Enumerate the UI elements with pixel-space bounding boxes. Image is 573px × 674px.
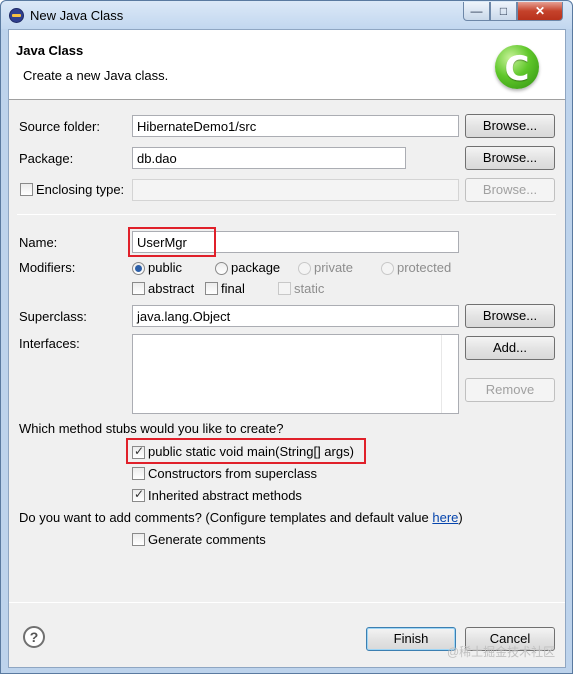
public-radio[interactable]: [132, 262, 145, 275]
abstract-label: abstract: [148, 281, 195, 296]
window-title: New Java Class: [30, 8, 124, 23]
enclosing-type-label: Enclosing type:: [36, 182, 125, 197]
wizard-title: Java Class: [16, 43, 84, 58]
title-bar[interactable]: New Java Class — □ ✕: [1, 1, 572, 29]
interfaces-list[interactable]: [132, 334, 459, 414]
dialog-content: Java Class Create a new Java class. C So…: [8, 29, 566, 668]
close-button[interactable]: ✕: [517, 2, 563, 21]
comments-question: Do you want to add comments? (Configure …: [19, 510, 463, 525]
java-class-c-icon: C: [495, 45, 539, 89]
watermark: @稀土掘金技术社区: [447, 645, 556, 659]
protected-radio-label: protected: [397, 260, 452, 275]
source-folder-field[interactable]: HibernateDemo1/src: [132, 115, 459, 137]
modifiers-label: Modifiers:: [19, 260, 76, 275]
constructors-checkbox[interactable]: [132, 467, 145, 480]
generate-comments-label: Generate comments: [148, 532, 266, 547]
public-radio-label: public: [148, 260, 182, 275]
static-label: static: [294, 281, 325, 296]
main-method-highlight-box: [126, 438, 366, 464]
source-folder-browse-button[interactable]: Browse...: [465, 114, 555, 138]
name-highlight-box: [128, 227, 216, 257]
eclipse-icon: [9, 8, 24, 23]
superclass-label: Superclass:: [19, 309, 87, 324]
protected-radio: [381, 262, 394, 275]
configure-templates-link[interactable]: here: [432, 510, 458, 525]
wizard-description: Create a new Java class.: [23, 68, 169, 83]
add-interface-button[interactable]: Add...: [465, 336, 555, 360]
interfaces-label: Interfaces:: [19, 336, 80, 351]
finish-button[interactable]: Finish: [366, 627, 456, 651]
enclosing-type-field: [132, 179, 459, 201]
method-stubs-question: Which method stubs would you like to cre…: [19, 421, 284, 436]
private-radio-label: private: [314, 260, 354, 275]
constructors-label: Constructors from superclass: [148, 466, 318, 481]
help-icon[interactable]: ?: [23, 626, 45, 648]
superclass-browse-button[interactable]: Browse...: [465, 304, 555, 328]
new-java-class-dialog: New Java Class — □ ✕ Java Class Create a…: [0, 0, 573, 674]
maximize-button[interactable]: □: [490, 2, 517, 21]
remove-interface-button: Remove: [465, 378, 555, 402]
static-checkbox: [278, 282, 291, 295]
inherited-abstract-checkbox[interactable]: [132, 487, 145, 502]
package-browse-button[interactable]: Browse...: [465, 146, 555, 170]
final-label: final: [221, 281, 245, 296]
footer-separator: [9, 602, 565, 603]
enclosing-type-checkbox[interactable]: [20, 183, 33, 196]
name-label: Name:: [19, 235, 58, 250]
inherited-abstract-label: Inherited abstract methods: [148, 488, 302, 503]
interfaces-scrollbar[interactable]: [441, 335, 458, 413]
package-field[interactable]: db.dao: [132, 147, 406, 169]
package-radio-label: package: [231, 260, 281, 275]
source-folder-label: Source folder:: [19, 119, 100, 134]
enclosing-type-browse-button: Browse...: [465, 178, 555, 202]
generate-comments-checkbox[interactable]: [132, 533, 145, 546]
package-label: Package:: [19, 151, 74, 166]
separator: [17, 214, 556, 215]
abstract-checkbox[interactable]: [132, 282, 145, 295]
wizard-banner: Java Class Create a new Java class. C: [9, 30, 565, 100]
package-radio[interactable]: [215, 262, 228, 275]
minimize-button[interactable]: —: [463, 2, 490, 21]
final-checkbox[interactable]: [205, 282, 218, 295]
private-radio: [298, 262, 311, 275]
superclass-field[interactable]: java.lang.Object: [132, 305, 459, 327]
